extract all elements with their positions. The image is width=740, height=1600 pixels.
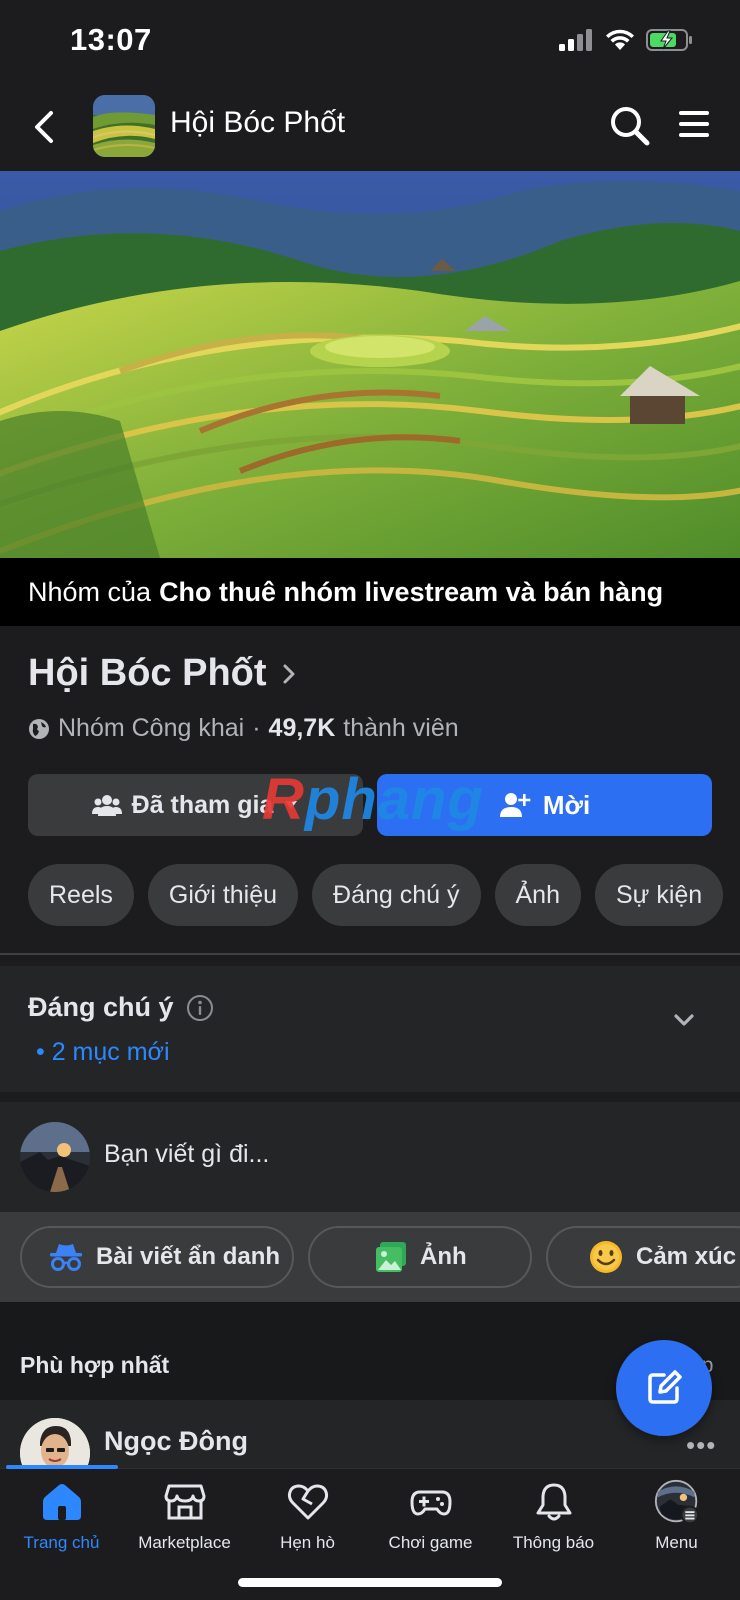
composer-actions: Bài viết ẩn danh Ảnh Cảm xúc [0,1212,740,1302]
profile-menu-icon [654,1479,699,1525]
meta-separator: · [252,714,261,742]
incognito-icon [50,1244,82,1271]
chevron-right-icon [283,664,295,683]
photo-button[interactable]: Ảnh [308,1226,532,1288]
author-avatar-image [20,1418,90,1468]
tab-dating-label: Hẹn hò [280,1533,335,1552]
tab-notifications-label: Thông báo [512,1533,595,1552]
group-title: Hội Bóc Phốt [170,106,346,139]
tab-gaming-label: Chơi game [388,1533,473,1552]
anonymous-post-button[interactable]: Bài viết ẩn danh [20,1226,294,1288]
back-button[interactable] [24,104,64,150]
tab-photos[interactable]: Ảnh [494,864,581,926]
marketplace-icon [164,1484,205,1520]
member-label: thành viên [343,714,459,742]
home-icon [42,1484,81,1520]
gamepad-icon [410,1490,451,1516]
home-indicator[interactable] [238,1578,502,1587]
chevron-left-icon [35,111,53,143]
tab-events[interactable]: Sự kiện [594,864,724,926]
tab-marketplace-label: Marketplace [138,1533,231,1552]
feeling-button[interactable]: Cảm xúc [546,1226,740,1288]
photo-icon [376,1242,406,1272]
feed-sort-label[interactable]: Phù hợp nhất [20,1352,169,1379]
info-icon[interactable] [186,994,214,1022]
search-icon [611,107,650,146]
add-person-icon [499,793,531,817]
hamburger-icon [679,111,709,137]
wifi-icon [606,29,634,50]
section-divider [0,953,740,955]
joined-button[interactable]: Đã tham gia [28,774,363,836]
owner-prefix: Nhóm của [28,576,152,607]
heart-icon [287,1484,328,1520]
anonymous-post-label: Bài viết ẩn danh [96,1243,281,1270]
group-tabs: Reels Giới thiệu Đáng chú ý Ảnh Sự kiện [28,864,724,926]
tab-marketplace[interactable]: Marketplace [123,1479,246,1559]
featured-title-row: Đáng chú ý [28,992,214,1023]
tab-dating[interactable]: Hẹn hò [246,1479,369,1559]
smiley-icon [590,1241,622,1273]
group-avatar[interactable] [93,95,155,157]
status-icons [558,28,694,52]
invite-label: Mời [542,789,591,820]
battery-icon [646,29,692,51]
edit-icon [648,1370,682,1404]
compose-fab[interactable] [616,1340,712,1436]
group-name-link[interactable]: Hội Bóc Phốt [28,652,297,695]
tab-about[interactable]: Giới thiệu [147,864,299,926]
group-privacy: Nhóm Công khai [58,714,245,742]
avatar[interactable] [20,1122,90,1192]
member-count[interactable]: 49,7K [269,714,336,743]
tab-reels[interactable]: Reels [28,864,134,926]
user-avatar-image [20,1122,90,1192]
group-header: Hội Bóc Phốt [0,84,740,171]
group-avatar-image [93,95,155,157]
signal-icon [559,29,592,51]
caret-down-icon [285,801,298,809]
cover-photo[interactable] [0,171,740,558]
chevron-down-icon [674,1014,694,1026]
status-time: 13:07 [70,22,152,57]
featured-section[interactable]: Đáng chú ý • 2 mục mới [0,966,740,1092]
menu-button[interactable] [676,106,720,146]
feeling-label: Cảm xúc [636,1243,737,1270]
tab-home-label: Trang chủ [23,1533,100,1552]
group-members-icon [91,795,122,816]
invite-button[interactable]: Mời [377,774,712,836]
globe-icon [29,718,49,739]
avatar[interactable] [20,1418,90,1468]
owner-name[interactable]: Cho thuê nhóm livestream và bán hàng [159,577,663,608]
joined-label: Đã tham gia [131,790,274,819]
expand-button[interactable] [670,1006,698,1034]
search-button[interactable] [608,104,652,148]
tab-notifications[interactable]: Thông báo [492,1479,615,1559]
tab-home[interactable]: Trang chủ [0,1479,123,1559]
bell-icon [536,1483,571,1521]
tab-menu[interactable]: Menu [615,1479,738,1559]
composer-placeholder[interactable]: Bạn viết gì đi... [104,1140,269,1169]
group-name: Hội Bóc Phốt [28,652,267,694]
cover-image [0,171,740,558]
photo-label: Ảnh [420,1243,467,1270]
group-info: Hội Bóc Phốt Nhóm Công khai · 49,7K thàn… [0,626,740,954]
active-tab-indicator [6,1465,118,1469]
group-meta: Nhóm Công khai · 49,7K thành viên [28,714,459,743]
featured-title: Đáng chú ý [28,992,174,1022]
post-more-button[interactable]: ••• [686,1430,716,1461]
post-composer[interactable]: Bạn viết gì đi... [0,1102,740,1212]
tab-menu-label: Menu [655,1533,698,1552]
post-author[interactable]: Ngọc Đông [104,1426,248,1457]
status-bar: 13:07 [0,0,740,84]
tab-gaming[interactable]: Chơi game [369,1479,492,1559]
featured-new-items: • 2 mục mới [36,1038,170,1066]
group-owner-bar[interactable]: Nhóm của Cho thuê nhóm livestream và bán… [0,558,740,626]
tab-featured[interactable]: Đáng chú ý [312,864,481,926]
